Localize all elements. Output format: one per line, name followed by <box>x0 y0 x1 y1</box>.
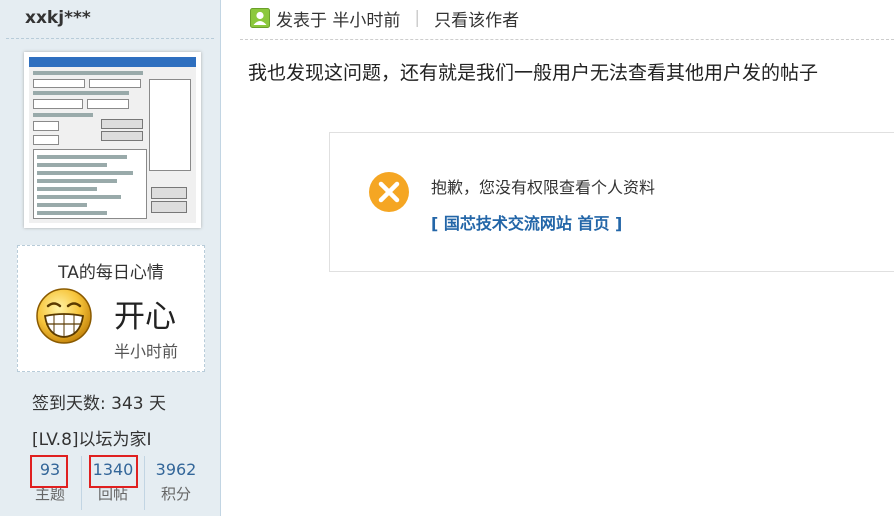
author-username[interactable]: xxkj*** <box>25 8 91 28</box>
daily-mood-panel: TA的每日心情 开心 半小时前 <box>17 245 205 372</box>
stat-points-label: 积分 <box>160 485 191 503</box>
post-content: 我也发现这问题，还有就是我们一般用户无法查看其他用户发的帖子 <box>248 62 819 84</box>
user-level[interactable]: [LV.8]以坛为家I <box>32 425 152 450</box>
error-close-icon <box>369 172 409 212</box>
post-time: 发表于 半小时前 <box>276 10 401 31</box>
author-only-link[interactable]: 只看该作者 <box>434 6 519 31</box>
mood-title: TA的每日心情 <box>58 263 164 283</box>
error-message: 抱歉，您没有权限查看个人资料 <box>431 178 656 197</box>
grinning-face-icon <box>36 288 92 344</box>
home-link[interactable]: [ 国芯技术交流网站 首页 ] <box>431 210 622 234</box>
highlight-box-replies <box>89 455 138 488</box>
mood-name: 开心 <box>114 299 176 335</box>
sidebar-divider <box>6 38 214 39</box>
meta-separator: | <box>414 8 421 28</box>
permission-error-box: 抱歉，您没有权限查看个人资料 [ 国芯技术交流网站 首页 ] <box>329 132 894 272</box>
avatar-image <box>29 57 196 223</box>
stat-points-value[interactable]: 3962 <box>145 460 207 479</box>
signin-days: 签到天数: 343 天 <box>32 394 166 414</box>
post-divider <box>240 39 894 40</box>
highlight-box-topics <box>30 455 68 488</box>
post-meta: 发表于 半小时前 | 只看该作者 <box>250 6 519 31</box>
avatar[interactable] <box>24 52 201 228</box>
stat-points[interactable]: 3962 积分 <box>144 456 207 510</box>
mood-time: 半小时前 <box>114 342 179 361</box>
online-user-icon <box>250 8 270 28</box>
author-sidebar: xxkj*** TA的每日心情 开心 半小时前 签到天数: 343 天 [LV.… <box>0 0 221 516</box>
